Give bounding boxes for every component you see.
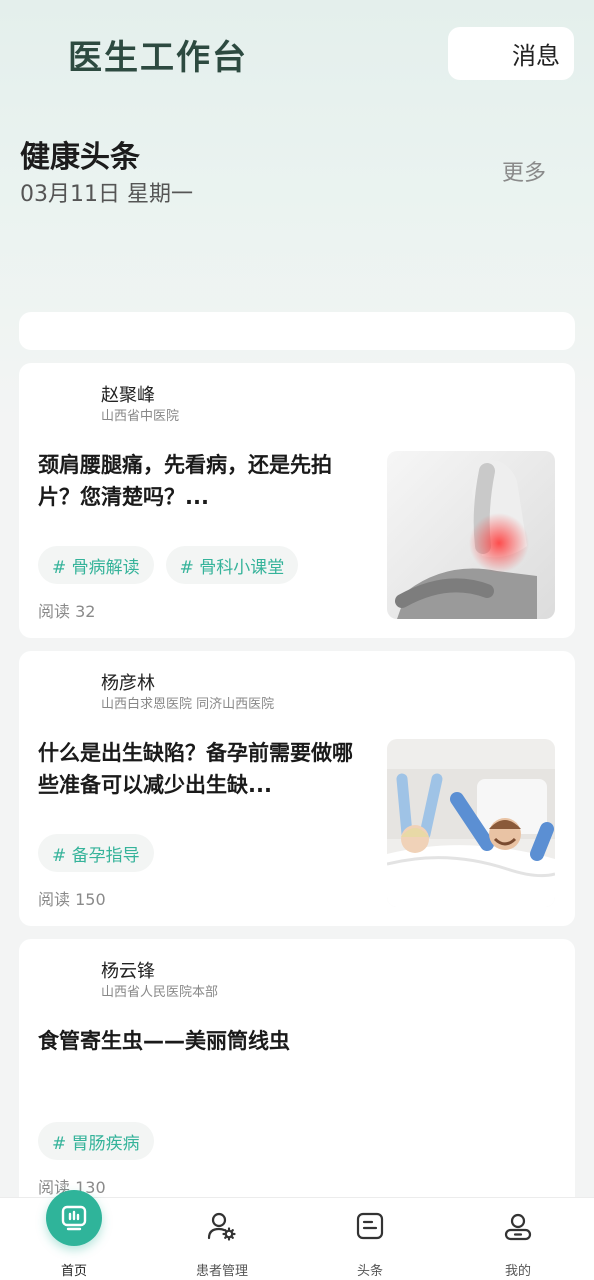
nav-label: 头条	[356, 1264, 383, 1279]
profile-icon	[500, 1208, 536, 1244]
nav-item-headlines[interactable]: 头条	[296, 1198, 444, 1280]
author-hospital: 山西省人民医院本部	[101, 985, 219, 1000]
article-title[interactable]: 什么是出生缺陷？备孕前需要做哪些准备可以减少出生缺...	[38, 737, 356, 801]
headlines-title: 健康头条	[20, 140, 140, 175]
read-count: 阅读 32	[38, 602, 96, 621]
nav-item-profile[interactable]: 我的	[444, 1198, 592, 1280]
author-hospital: 山西白求恩医院 同济山西医院	[101, 697, 275, 712]
couple-in-bed-photo[interactable]	[387, 739, 555, 907]
article-card[interactable]: 杨彦林 山西白求恩医院 同济山西医院 什么是出生缺陷？备孕前需要做哪些准备可以减…	[19, 651, 575, 926]
tag[interactable]: # 备孕指导	[38, 834, 154, 872]
nav-item-patients[interactable]: 患者管理	[148, 1198, 296, 1280]
article-title[interactable]: 颈肩腰腿痛，先看病，还是先拍片？您清楚吗？...	[38, 449, 356, 513]
article-card[interactable]: 赵聚峰 山西省中医院 颈肩腰腿痛，先看病，还是先拍片？您清楚吗？... # 骨病…	[19, 363, 575, 638]
nav-label: 首页	[60, 1264, 87, 1279]
more-link[interactable]: 更多	[502, 155, 546, 187]
nav-label: 患者管理	[195, 1264, 248, 1279]
author-name: 杨云锋	[101, 961, 155, 982]
nav-label: 我的	[504, 1264, 531, 1279]
tag-list: # 骨病解读 # 骨科小课堂	[38, 546, 299, 584]
tag-list: # 胃肠疾病	[38, 1122, 154, 1160]
back-pain-photo[interactable]	[387, 451, 555, 619]
tag-list: # 备孕指导	[38, 834, 154, 872]
app-title: 医生工作台	[68, 38, 248, 78]
messages-label: 消息	[512, 42, 560, 70]
tag[interactable]: # 胃肠疾病	[38, 1122, 154, 1160]
patient-gear-icon	[204, 1208, 240, 1244]
author-name: 赵聚峰	[101, 385, 155, 406]
read-count: 阅读 150	[38, 890, 106, 909]
tag[interactable]: # 骨病解读	[38, 546, 154, 584]
home-chart-icon[interactable]	[46, 1190, 102, 1246]
headline-doc-icon	[352, 1208, 388, 1244]
banner-placeholder	[19, 312, 575, 350]
article-card[interactable]: 杨云锋 山西省人民医院本部 食管寄生虫——美丽筒线虫 # 胃肠疾病 阅读 130	[19, 939, 575, 1239]
messages-button[interactable]: 消息	[448, 27, 574, 80]
article-title[interactable]: 食管寄生虫——美丽筒线虫	[38, 1025, 538, 1057]
tag[interactable]: # 骨科小课堂	[165, 546, 299, 584]
author-hospital: 山西省中医院	[101, 409, 180, 424]
headlines-date: 03月11日 星期一	[20, 182, 193, 207]
author-name: 杨彦林	[101, 673, 155, 694]
